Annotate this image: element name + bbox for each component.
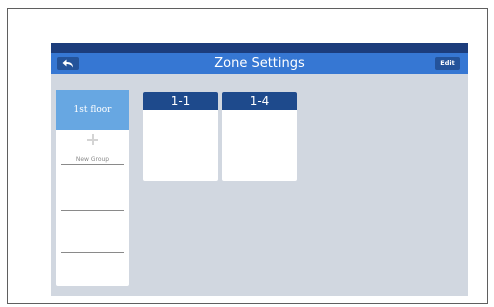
back-button[interactable] xyxy=(57,57,79,70)
top-strip xyxy=(51,43,468,53)
empty-group-slot[interactable] xyxy=(56,214,129,256)
floor-tab-1st-floor[interactable]: 1st floor xyxy=(56,90,129,130)
divider xyxy=(61,252,124,253)
screen: Zone Settings Edit 1st floor New Group 1… xyxy=(51,43,468,296)
divider xyxy=(61,164,124,165)
edit-button[interactable]: Edit xyxy=(435,57,460,70)
title-bar: Zone Settings Edit xyxy=(51,53,468,74)
back-arrow-icon xyxy=(62,59,73,68)
page-title: Zone Settings xyxy=(214,56,305,71)
plus-icon xyxy=(87,134,98,145)
device-frame: Zone Settings Edit 1st floor New Group 1… xyxy=(7,8,488,304)
floor-sidebar: 1st floor New Group xyxy=(56,90,129,286)
empty-group-slot[interactable] xyxy=(56,256,129,286)
new-group-label: New Group xyxy=(75,156,110,163)
empty-group-slot[interactable] xyxy=(56,168,129,210)
zone-card-1-1[interactable]: 1-1 xyxy=(143,92,218,181)
divider xyxy=(61,210,124,211)
zone-card-1-4[interactable]: 1-4 xyxy=(222,92,297,181)
zone-card-header: 1-1 xyxy=(143,92,218,110)
zone-card-header: 1-4 xyxy=(222,92,297,110)
